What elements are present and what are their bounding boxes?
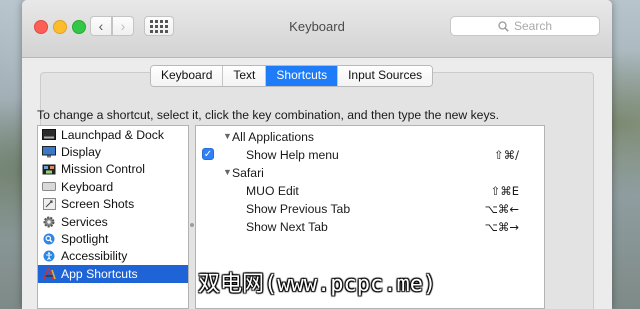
shortcut-keys[interactable]: ⇧⌘/ — [494, 148, 519, 162]
category-item-services[interactable]: Services — [38, 213, 188, 230]
category-item-screen-shots[interactable]: Screen Shots — [38, 196, 188, 213]
launchpad-dock-icon — [42, 129, 56, 141]
display-icon — [42, 146, 56, 158]
category-item-launchpad-dock[interactable]: Launchpad & Dock — [38, 126, 188, 143]
gear-icon — [42, 216, 56, 228]
category-item-keyboard[interactable]: Keyboard — [38, 178, 188, 195]
title-bar: ‹ › Keyboard Search — [22, 0, 612, 58]
category-label: Spotlight — [61, 232, 109, 247]
category-label: Accessibility — [61, 249, 128, 264]
disclosure-triangle-icon[interactable]: ▼ — [223, 167, 232, 177]
category-label: Display — [61, 145, 101, 160]
category-label: App Shortcuts — [61, 266, 138, 281]
shortcut-row-show-help[interactable]: ✓ Show Help menu ⇧⌘/ — [196, 146, 544, 164]
group-row-all-applications[interactable]: ▼ All Applications — [196, 128, 544, 146]
category-label: Mission Control — [61, 162, 145, 177]
category-label: Services — [61, 214, 108, 229]
search-icon — [498, 20, 509, 32]
shortcut-label: MUO Edit — [246, 184, 299, 198]
tab-bar: Keyboard Text Shortcuts Input Sources — [150, 65, 434, 87]
category-label: Launchpad & Dock — [61, 127, 164, 142]
tab-input-sources[interactable]: Input Sources — [338, 66, 433, 86]
group-label: Safari — [232, 166, 264, 180]
shortcut-keys[interactable]: ⇧⌘E — [491, 184, 519, 198]
shortcut-row-muo-edit[interactable]: MUO Edit ⇧⌘E — [196, 182, 544, 200]
tab-text[interactable]: Text — [223, 66, 267, 86]
shortcut-label: Show Previous Tab — [246, 202, 351, 216]
disclosure-triangle-icon[interactable]: ▼ — [223, 131, 232, 141]
accessibility-icon — [42, 250, 56, 262]
category-item-accessibility[interactable]: Accessibility — [38, 248, 188, 265]
group-label: All Applications — [232, 130, 314, 144]
shortcut-label: Show Next Tab — [246, 220, 328, 234]
watermark-text: 双电网(www.pcpc.me) — [198, 272, 437, 297]
app-shortcuts-icon — [42, 268, 56, 280]
group-row-safari[interactable]: ▼ Safari — [196, 164, 544, 182]
category-label: Keyboard — [61, 179, 114, 194]
shortcut-row-previous-tab[interactable]: Show Previous Tab ⌥⌘← — [196, 200, 544, 218]
category-item-display[interactable]: Display — [38, 143, 188, 160]
category-item-spotlight[interactable]: Spotlight — [38, 230, 188, 247]
category-label: Screen Shots — [61, 197, 135, 212]
search-placeholder: Search — [513, 19, 553, 33]
screenshot-icon — [42, 198, 56, 211]
spotlight-icon — [42, 233, 56, 245]
shortcut-keys[interactable]: ⌥⌘← — [485, 202, 519, 216]
shortcut-label: Show Help menu — [246, 148, 339, 162]
tab-keyboard[interactable]: Keyboard — [151, 66, 224, 86]
search-field[interactable]: Search — [450, 16, 600, 36]
instructions-text: To change a shortcut, select it, click t… — [37, 108, 500, 122]
category-item-app-shortcuts[interactable]: App Shortcuts — [38, 265, 188, 283]
shortcut-keys[interactable]: ⌥⌘→ — [485, 220, 519, 234]
shortcut-checkbox[interactable]: ✓ — [202, 148, 214, 160]
tab-shortcuts[interactable]: Shortcuts — [266, 66, 339, 86]
category-list[interactable]: Launchpad & Dock Display Mission Control… — [37, 125, 189, 309]
keyboard-icon — [42, 181, 56, 193]
mission-control-icon — [42, 163, 56, 175]
category-item-mission-control[interactable]: Mission Control — [38, 161, 188, 178]
shortcut-row-next-tab[interactable]: Show Next Tab ⌥⌘→ — [196, 218, 544, 236]
